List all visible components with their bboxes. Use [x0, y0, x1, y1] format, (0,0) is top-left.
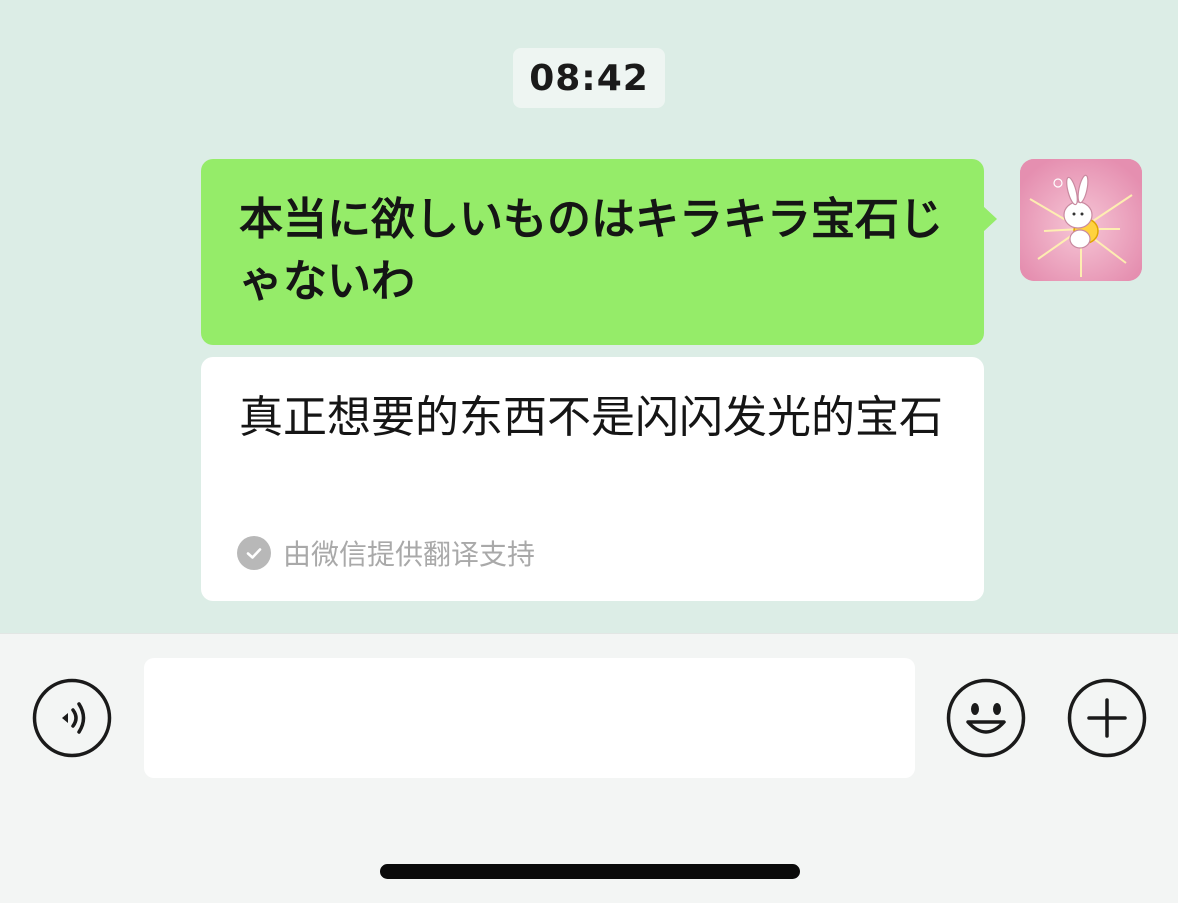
bunny-sticker-avatar-icon [1020, 159, 1142, 281]
translation-note-label: 由微信提供翻译支持 [283, 538, 536, 571]
add-more-button[interactable] [1067, 678, 1147, 758]
user-avatar[interactable] [1020, 159, 1142, 281]
bubble-tail [983, 206, 997, 232]
voice-mode-icon [32, 678, 112, 758]
home-indicator[interactable] [380, 864, 800, 879]
emoji-button[interactable] [946, 678, 1026, 758]
translation-text: 真正想要的东西不是闪闪发光的宝石 [239, 392, 943, 443]
sent-message-bubble[interactable]: 本当に欲しいものはキラキラ宝石じゃないわ [201, 159, 984, 345]
translation-card[interactable]: 真正想要的东西不是闪闪发光的宝石 由微信提供翻译支持 [201, 357, 984, 601]
check-circle-icon [237, 536, 271, 570]
translation-attribution: 由微信提供翻译支持 [237, 533, 535, 573]
chat-area: 08:42 本当に欲しいものはキラキラ宝石じゃないわ 真正想要的东西不是闪闪发光… [0, 0, 1178, 633]
plus-icon [1067, 678, 1147, 758]
message-timestamp: 08:42 [513, 48, 665, 108]
voice-button[interactable] [32, 678, 112, 758]
message-input[interactable] [144, 658, 915, 778]
input-bar [0, 633, 1178, 903]
emoji-icon [946, 678, 1026, 758]
